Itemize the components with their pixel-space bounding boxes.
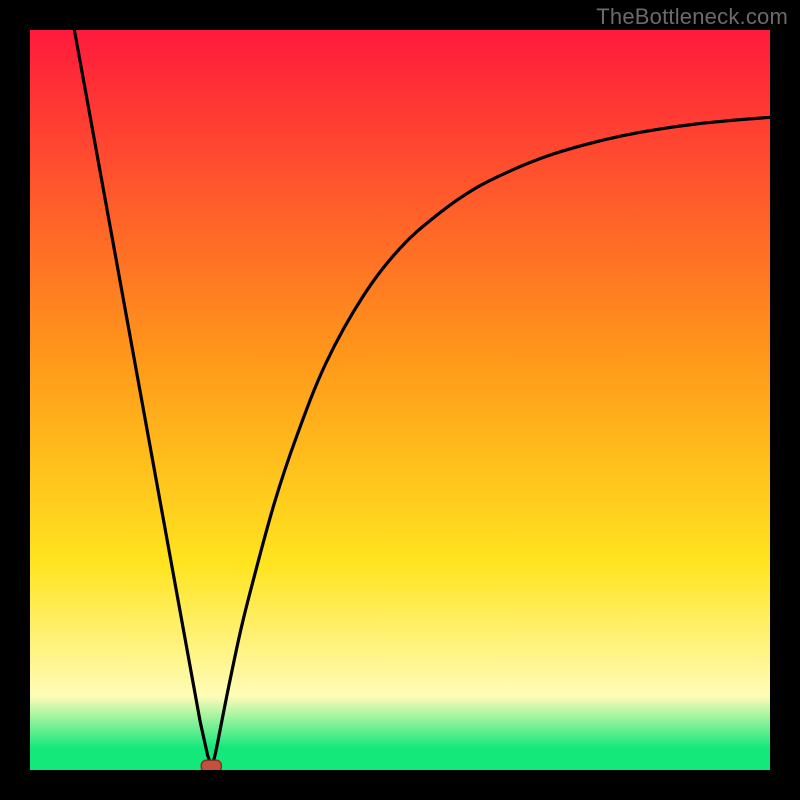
chart-frame: TheBottleneck.com bbox=[0, 0, 800, 800]
watermark-text: TheBottleneck.com bbox=[596, 4, 788, 30]
bottleneck-curve-chart bbox=[30, 30, 770, 770]
marker-optimal-point bbox=[201, 760, 221, 770]
